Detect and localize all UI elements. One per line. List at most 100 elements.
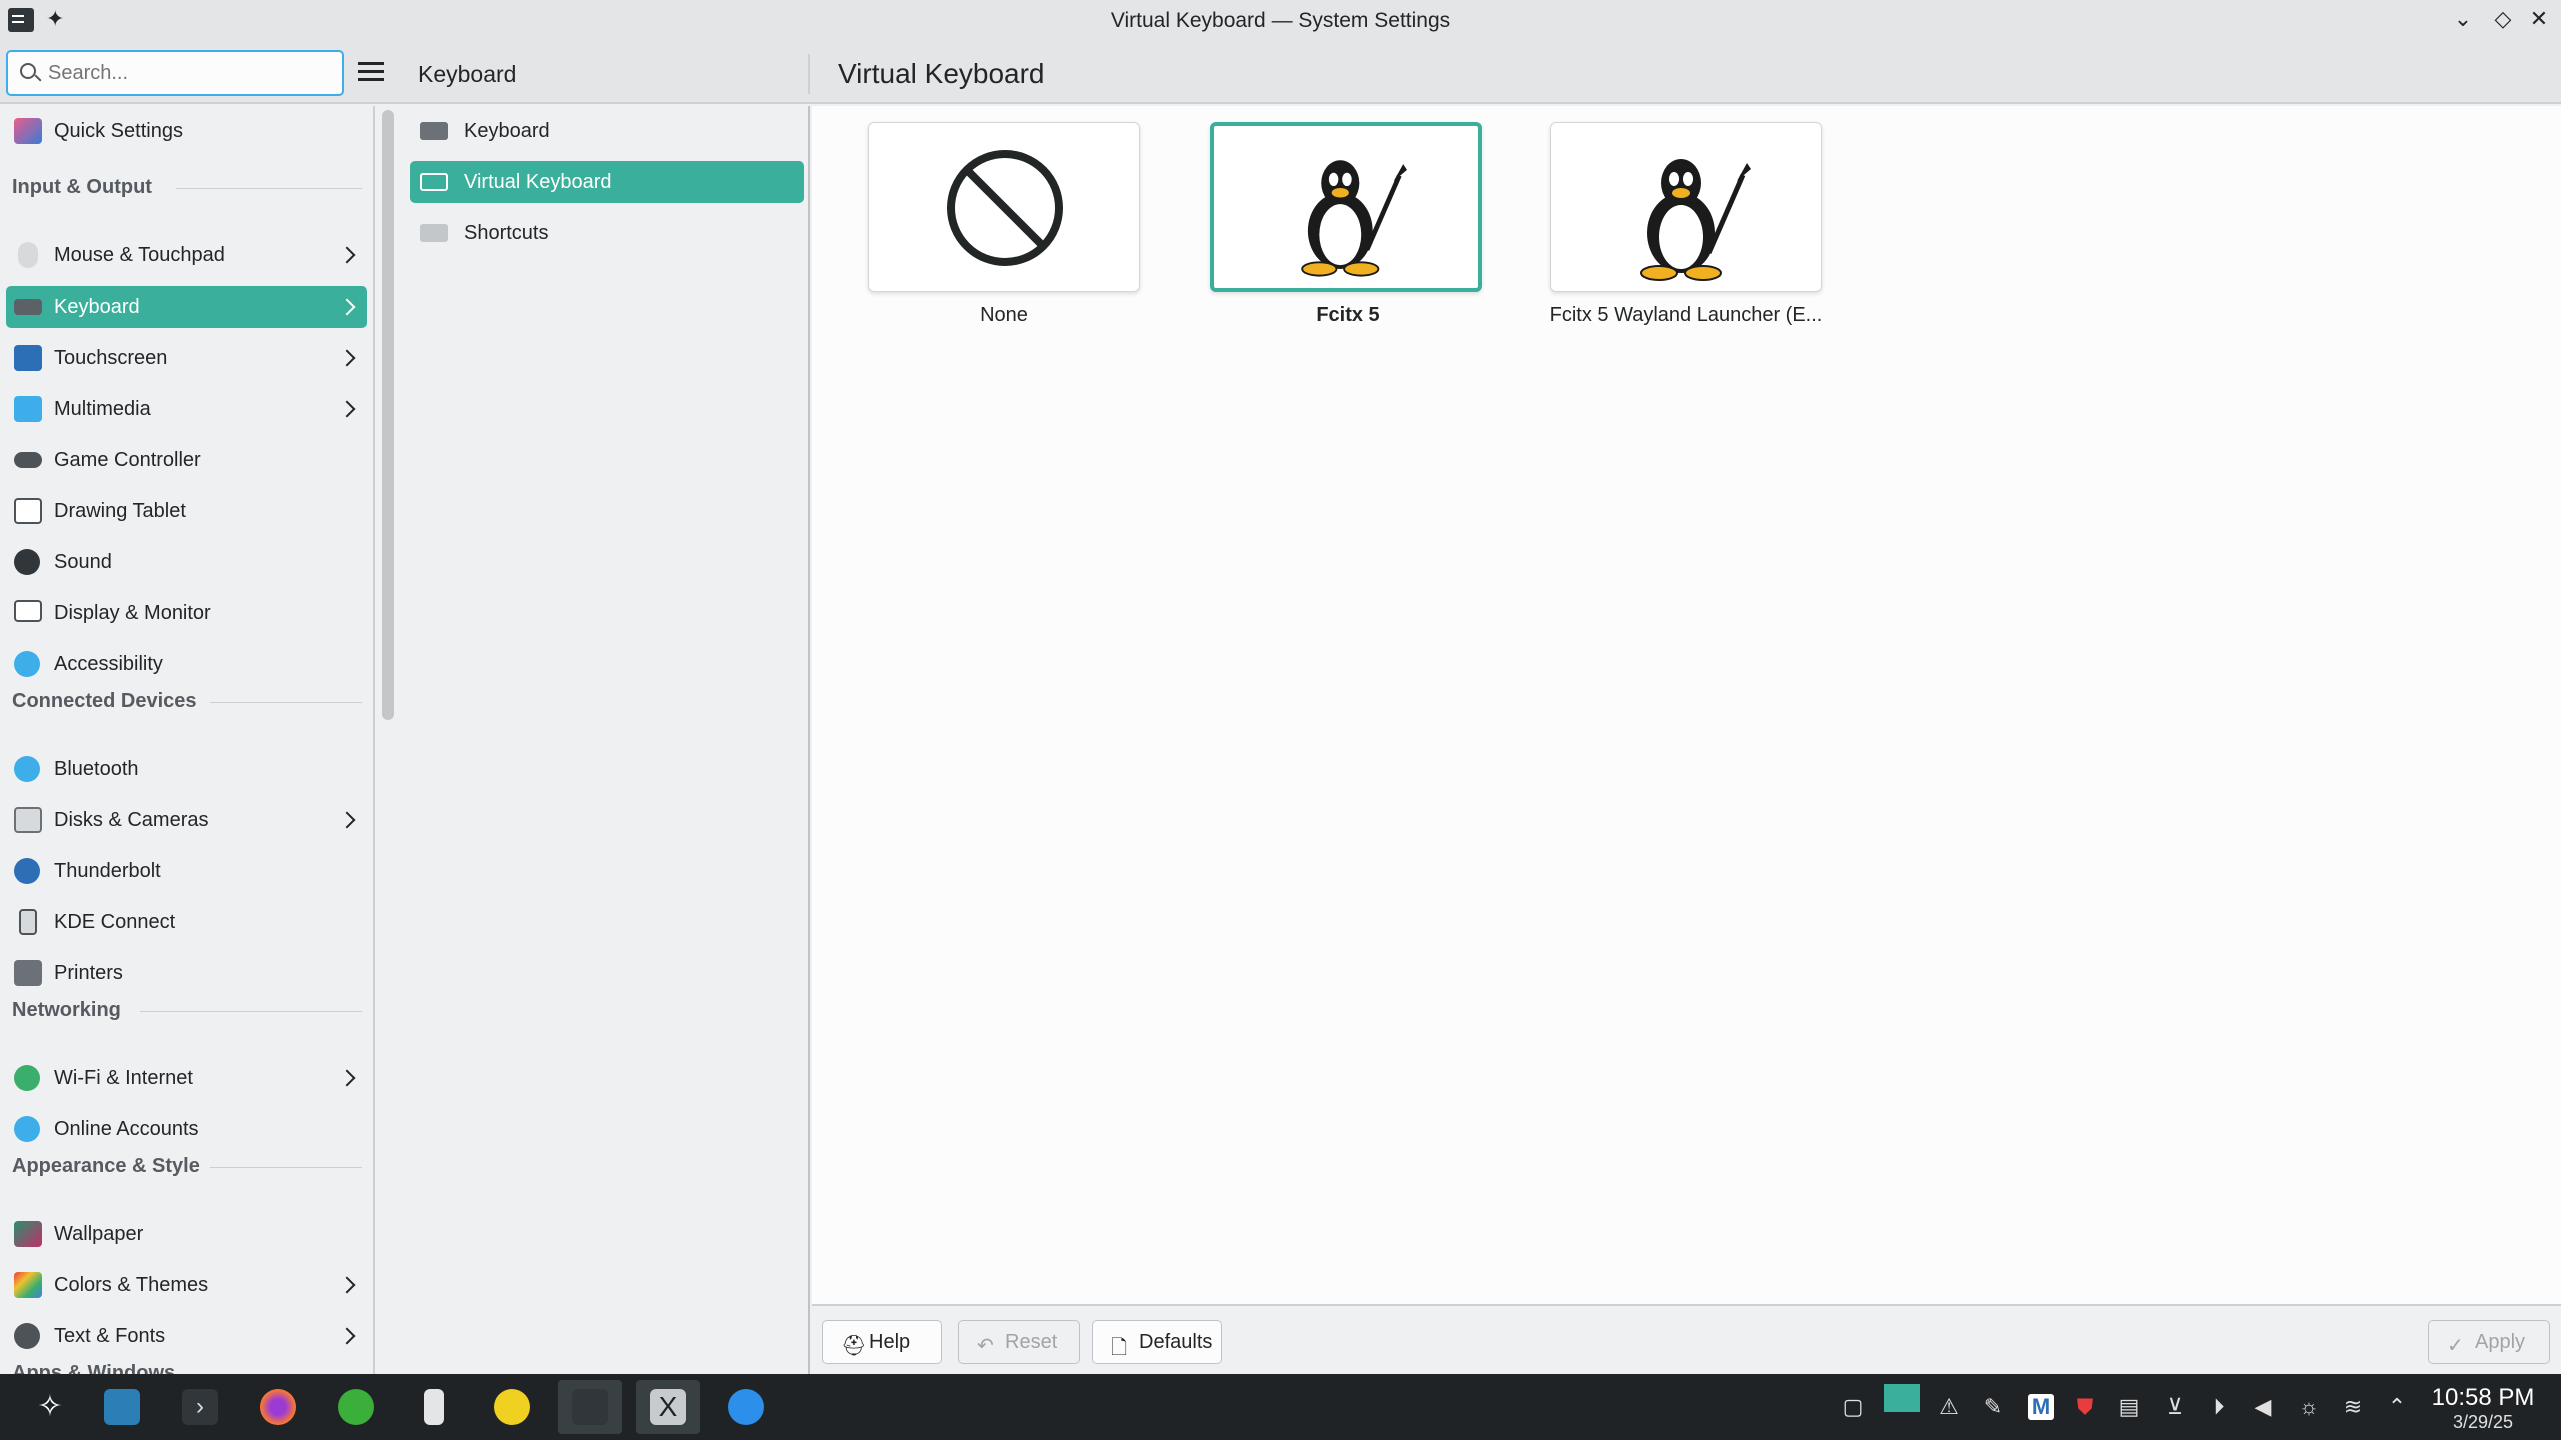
pager-icon[interactable] (1884, 1384, 1920, 1412)
brightness-icon[interactable]: ☼ (2296, 1394, 2322, 1420)
help-button[interactable]: ⛑ Help (822, 1320, 942, 1364)
sidebar: Quick Settings Input & Output Mouse & To… (0, 106, 375, 1374)
shortcuts-icon (420, 224, 448, 242)
terminal-icon: › (182, 1389, 218, 1425)
chevron-right-icon (338, 246, 356, 264)
search-icon (20, 63, 36, 79)
notifications-icon[interactable]: ⚠ (1936, 1394, 1962, 1420)
quick-settings-icon (14, 118, 42, 144)
launcher-icon: ✧ (37, 1390, 63, 1423)
device-icon[interactable]: ⊻ (2162, 1394, 2188, 1420)
app-launcher-button[interactable]: ✧ (18, 1380, 82, 1434)
taskbar-firefox[interactable] (246, 1380, 310, 1434)
clock[interactable]: 10:58 PM 3/29/25 (2418, 1384, 2548, 1433)
taskbar-browser[interactable] (714, 1380, 778, 1434)
sidebar-item-accessibility[interactable]: Accessibility (6, 643, 367, 685)
divider (176, 188, 362, 189)
chevron-right-icon (338, 298, 356, 316)
clock-date: 3/29/25 (2452, 1412, 2514, 1432)
search-input[interactable] (46, 58, 336, 88)
divider (210, 1167, 362, 1168)
shield-icon[interactable]: ⛊ (2072, 1394, 2098, 1420)
page-title: Virtual Keyboard (838, 58, 1045, 89)
globe-icon (728, 1389, 764, 1425)
sidebar-item-display-monitor[interactable]: Display & Monitor (6, 592, 367, 634)
divider (210, 702, 362, 703)
subpage-item-shortcuts[interactable]: Shortcuts (410, 212, 804, 254)
disk-icon (14, 807, 42, 833)
option-card-fcitx5-wayland[interactable] (1550, 122, 1822, 292)
show-desktop-icon[interactable]: ▢ (1840, 1394, 1866, 1420)
subpage-item-virtual-keyboard[interactable]: Virtual Keyboard (410, 161, 804, 203)
taskbar-system-settings[interactable] (558, 1380, 622, 1434)
sidebar-item-wallpaper[interactable]: Wallpaper (6, 1213, 367, 1255)
volume-icon[interactable]: ◀ (2250, 1394, 2276, 1420)
sidebar-item-disks-cameras[interactable]: Disks & Cameras (6, 799, 367, 841)
divider (140, 1011, 362, 1012)
sidebar-item-colors-themes[interactable]: Colors & Themes (6, 1264, 367, 1306)
mail-icon[interactable]: M (2028, 1394, 2054, 1420)
taskbar-app-yellow[interactable] (480, 1380, 544, 1434)
sidebar-item-printers[interactable]: Printers (6, 952, 367, 994)
tablet-icon (14, 498, 42, 524)
option-card-none[interactable] (868, 122, 1140, 292)
hamburger-menu-icon[interactable] (358, 62, 384, 82)
sidebar-item-multimedia[interactable]: Multimedia (6, 388, 367, 430)
header-bar: Keyboard Virtual Keyboard (0, 44, 2561, 104)
globe-icon (14, 1065, 40, 1091)
section-input-output: Input & Output (12, 176, 152, 198)
chevron-up-icon[interactable]: ⌃ (2384, 1394, 2410, 1420)
bluetooth-icon (14, 756, 40, 782)
sidebar-item-touchscreen[interactable]: Touchscreen (6, 337, 367, 379)
taskbar-archiver[interactable] (402, 1380, 466, 1434)
touchscreen-icon (14, 345, 42, 371)
sidebar-item-quick-settings[interactable]: Quick Settings (6, 110, 367, 152)
virtual-keyboard-icon (420, 173, 448, 191)
section-connected-devices: Connected Devices (12, 690, 197, 712)
taskbar-downloader[interactable] (324, 1380, 388, 1434)
clipboard-icon[interactable]: ▤ (2116, 1394, 2142, 1420)
sidebar-item-sound[interactable]: Sound (6, 541, 367, 583)
download-icon (338, 1389, 374, 1425)
sidebar-item-bluetooth[interactable]: Bluetooth (6, 748, 367, 790)
sidebar-item-thunderbolt[interactable]: Thunderbolt (6, 850, 367, 892)
fonts-icon (14, 1323, 40, 1349)
search-box[interactable] (6, 50, 344, 96)
sidebar-item-game-controller[interactable]: Game Controller (6, 439, 367, 481)
sidebar-item-mouse-touchpad[interactable]: Mouse & Touchpad (6, 234, 367, 276)
clock-time: 10:58 PM (2431, 1384, 2535, 1411)
close-icon[interactable]: ✕ (2524, 6, 2554, 32)
chevron-right-icon (338, 1069, 356, 1087)
chevron-right-icon (338, 400, 356, 418)
sidebar-item-text-fonts[interactable]: Text & Fonts (6, 1315, 367, 1357)
archive-icon (424, 1389, 444, 1425)
apply-button[interactable]: ✓ Apply (2428, 1320, 2550, 1364)
subpage-item-keyboard[interactable]: Keyboard (410, 110, 804, 152)
sidebar-item-drawing-tablet[interactable]: Drawing Tablet (6, 490, 367, 532)
section-apps-windows: Apps & Windows (12, 1362, 176, 1374)
speaker-icon (14, 549, 40, 575)
circle-app-icon (494, 1389, 530, 1425)
wifi-icon[interactable]: ≋ (2340, 1394, 2366, 1420)
palette-icon (14, 1272, 42, 1298)
option-card-fcitx5[interactable] (1210, 122, 1482, 292)
sidebar-item-wifi-internet[interactable]: Wi-Fi & Internet (6, 1057, 367, 1099)
keyboard-icon (420, 122, 448, 140)
reset-button[interactable]: ↶ Reset (958, 1320, 1080, 1364)
maximize-icon[interactable]: ◇ (2488, 6, 2518, 32)
sidebar-item-keyboard[interactable]: Keyboard (6, 286, 367, 328)
sidebar-scrollbar[interactable] (382, 110, 394, 720)
defaults-button[interactable]: 🗋 Defaults (1092, 1320, 1222, 1364)
taskbar-terminal[interactable]: › (168, 1380, 232, 1434)
taskbar-files[interactable] (90, 1380, 154, 1434)
subpage-list: Keyboard Virtual Keyboard Shortcuts (406, 106, 810, 1374)
sidebar-item-online-accounts[interactable]: Online Accounts (6, 1108, 367, 1150)
taskbar: ✧ › X ▢ ⚠ ✎ M ⛊ ▤ ⊻ ⏵ ◀ ☼ ≋ ⌃ 10:58 PM 3… (0, 1374, 2561, 1440)
feather-icon[interactable]: ✎ (1980, 1394, 2006, 1420)
sidebar-item-kde-connect[interactable]: KDE Connect (6, 901, 367, 943)
option-label-fcitx5-wayland: Fcitx 5 Wayland Launcher (E... (1549, 304, 1823, 326)
minimize-icon[interactable]: ⌄ (2448, 6, 2478, 32)
media-play-icon[interactable]: ⏵ (2206, 1394, 2232, 1420)
taskbar-x-app[interactable]: X (636, 1380, 700, 1434)
accounts-icon (14, 1116, 40, 1142)
